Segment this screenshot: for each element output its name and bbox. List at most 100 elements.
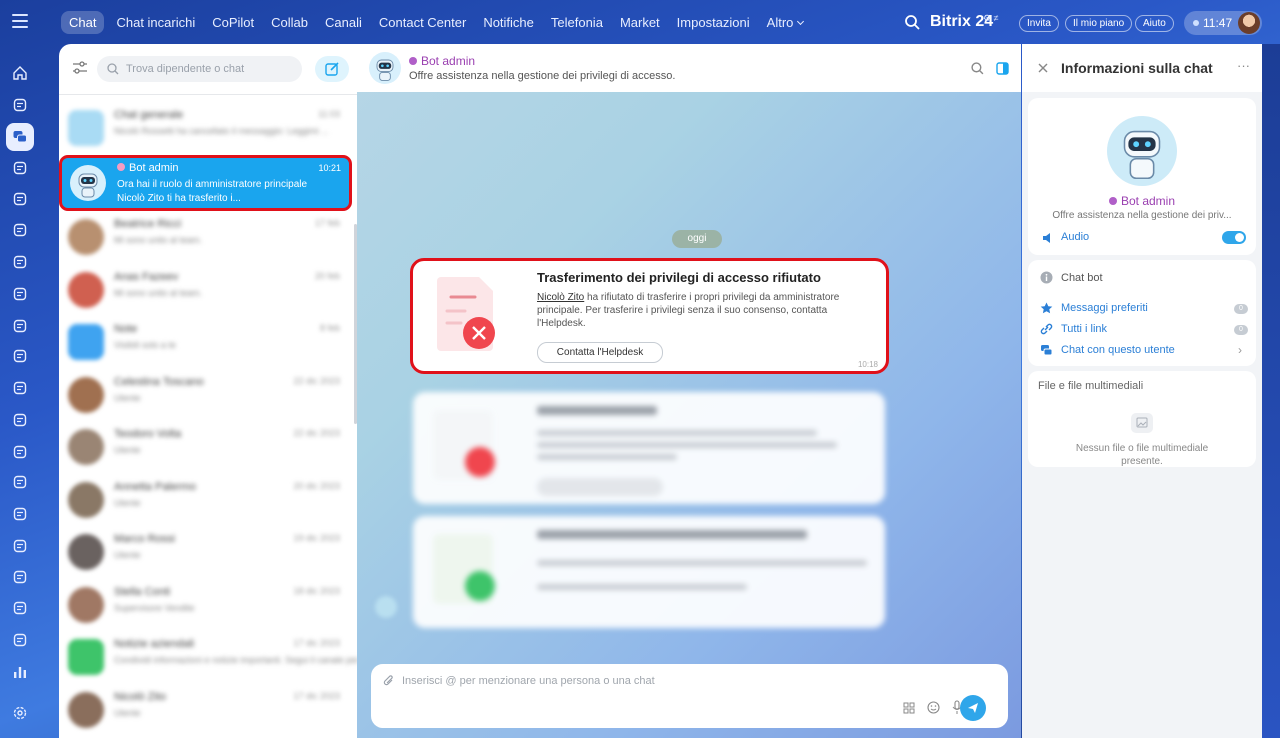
sites-icon[interactable] — [10, 316, 30, 336]
nav-altro[interactable]: Altro — [767, 15, 805, 30]
nav-telefonia[interactable]: Telefonia — [551, 15, 603, 30]
emoji-icon[interactable] — [927, 701, 940, 714]
chat-avatar — [68, 219, 104, 255]
chat-list-item[interactable]: Beatrice Ricci 17 feb Mi sono unito al tea… — [59, 212, 349, 264]
message-card: Trasferimento dei privilegi di accesso r… — [410, 258, 889, 374]
news-icon[interactable] — [10, 158, 30, 178]
favorites-row[interactable]: Messaggi preferiti — [1040, 302, 1148, 314]
marketing-icon[interactable] — [10, 536, 30, 556]
close-icon[interactable] — [1038, 63, 1048, 73]
chat-search-input[interactable]: Trova dipendente o chat — [97, 56, 302, 82]
chat-preview: Supervisore Vendite — [114, 602, 195, 613]
chat-time: 20 feb — [314, 270, 340, 281]
chat-list-item[interactable]: Anas Fazeev 20 feb Mi sono unito al team. — [59, 265, 349, 317]
bot-avatar[interactable] — [369, 52, 401, 84]
status-dot-icon — [1193, 20, 1199, 26]
chevron-down-icon — [797, 17, 805, 25]
chat-list-item[interactable]: Marco Rossi 19 dic 2023 Utente — [59, 527, 349, 579]
invite-button[interactable]: Invita — [1019, 15, 1059, 32]
chat-with-user-row[interactable]: Chat con questo utente — [1040, 344, 1175, 356]
chat-time: 17 feb — [314, 218, 340, 228]
inventory-icon[interactable] — [10, 346, 30, 366]
shop-icon[interactable] — [10, 567, 30, 587]
chat-list-item-selected[interactable]: Bot admin 10:21 Ora hai il ruolo di ammi… — [59, 155, 352, 211]
settings-icon[interactable] — [10, 703, 30, 723]
bot-badge-icon — [409, 57, 417, 65]
time-widget[interactable]: 11:47 — [1184, 11, 1262, 35]
nav-chat-incarichi[interactable]: Chat incarichi — [116, 15, 195, 30]
mail-icon[interactable] — [10, 378, 30, 398]
employees-icon[interactable] — [10, 442, 30, 462]
nav-canali[interactable]: Canali — [325, 15, 362, 30]
chat-list-item[interactable]: Annetta Palermo 20 dic 2023 Utente — [59, 475, 349, 527]
chat-title[interactable]: Bot admin — [409, 54, 475, 68]
search-icon[interactable] — [971, 62, 984, 75]
contact-helpdesk-button[interactable]: Contatta l'Helpdesk — [537, 342, 663, 363]
nav-collab[interactable]: Collab — [271, 15, 308, 30]
inventory-icon-glyph — [13, 349, 27, 363]
plan-button[interactable]: Il mio piano — [1065, 15, 1133, 32]
search-icon[interactable] — [904, 14, 920, 30]
sidebar-toggle-icon[interactable] — [996, 62, 1009, 75]
edit-icon[interactable] — [10, 630, 30, 650]
attach-icon[interactable] — [383, 675, 395, 688]
help-button[interactable]: Aiuto — [1135, 15, 1174, 32]
user-avatar[interactable] — [1238, 12, 1260, 34]
chat-name: Bot admin — [117, 162, 179, 174]
edit-icon-glyph — [13, 633, 27, 647]
nav-chat[interactable]: Chat — [61, 10, 105, 34]
bot-avatar-small — [375, 596, 397, 618]
chat-avatar — [68, 481, 104, 518]
home-icon[interactable] — [10, 63, 30, 83]
booking-icon[interactable] — [10, 472, 30, 492]
chat-icon-glyph — [13, 131, 27, 143]
message-input[interactable]: Inserisci @ per menzionare una persona o… — [371, 664, 1008, 728]
chat-list-item[interactable]: Nicolò Zito 17 dic 2023 Utente — [59, 685, 349, 737]
calendar-icon-glyph — [13, 255, 27, 269]
nav-impostazioni[interactable]: Impostazioni — [677, 15, 750, 30]
more-icon[interactable]: ··· — [1237, 58, 1250, 73]
menu-icon[interactable] — [12, 14, 28, 28]
nav-contact-center[interactable]: Contact Center — [379, 15, 466, 30]
calendar-icon[interactable] — [10, 252, 30, 272]
chat-header: Bot admin Offre assistenza nella gestion… — [357, 44, 1021, 92]
analytics-icon[interactable] — [10, 662, 30, 682]
documents-icon[interactable] — [10, 284, 30, 304]
chat-type-label: Chat bot — [1061, 272, 1103, 284]
chat-name: Annetta Palermo — [114, 480, 196, 493]
nav-copilot[interactable]: CoPilot — [212, 15, 254, 30]
chat-icon[interactable] — [6, 123, 34, 151]
store-icon[interactable] — [10, 504, 30, 524]
chat-area: Bot admin Offre assistenza nella gestion… — [357, 44, 1021, 738]
chat-list-item[interactable]: Chat generale 11:03 Nicolò Rossetti ha c… — [59, 103, 349, 155]
bot-avatar — [70, 165, 106, 201]
filter-icon[interactable] — [72, 61, 88, 75]
crm-icon[interactable] — [10, 220, 30, 240]
time-text: 11:47 — [1203, 16, 1233, 30]
apps-icon[interactable] — [903, 702, 915, 714]
sign-icon[interactable] — [10, 598, 30, 618]
chat-list-item[interactable]: Note 8 feb Visibili solo a te — [59, 317, 349, 369]
logo-settings-icon[interactable]: ⚙ ≠ — [983, 13, 999, 24]
audio-toggle[interactable] — [1222, 231, 1246, 244]
sign-icon-glyph — [13, 601, 27, 615]
nav-notifiche[interactable]: Notifiche — [483, 15, 534, 30]
speaker-icon — [1043, 233, 1050, 243]
new-chat-button[interactable] — [315, 56, 349, 82]
chat-list-item[interactable]: Notizie aziendali 17 dic 2023 Condividi in… — [59, 632, 357, 684]
chat-bubbles-icon — [1041, 345, 1053, 356]
chat-list-item[interactable]: Teodoro Volta 22 dic 2023 Utente — [59, 422, 349, 474]
send-button[interactable] — [960, 695, 986, 721]
chat-time: 10:21 — [318, 163, 341, 173]
nav-market[interactable]: Market — [620, 15, 660, 30]
chat-list-item[interactable]: Celestina Toscano 22 dic 2023 Utente — [59, 370, 349, 422]
user-mention-link[interactable]: Nicolò Zito — [537, 292, 584, 303]
groups-icon[interactable] — [10, 410, 30, 430]
chat-list-item[interactable]: Stella Conti 18 dic 2023 Supervisore Vendi… — [59, 580, 349, 632]
chat-preview: Visibili solo a te — [114, 340, 176, 350]
tasks-icon[interactable] — [10, 189, 30, 209]
compose-icon — [325, 62, 339, 76]
shop-icon-glyph — [13, 570, 27, 584]
automation-icon[interactable] — [10, 95, 30, 115]
links-row[interactable]: Tutti i link — [1040, 323, 1107, 335]
